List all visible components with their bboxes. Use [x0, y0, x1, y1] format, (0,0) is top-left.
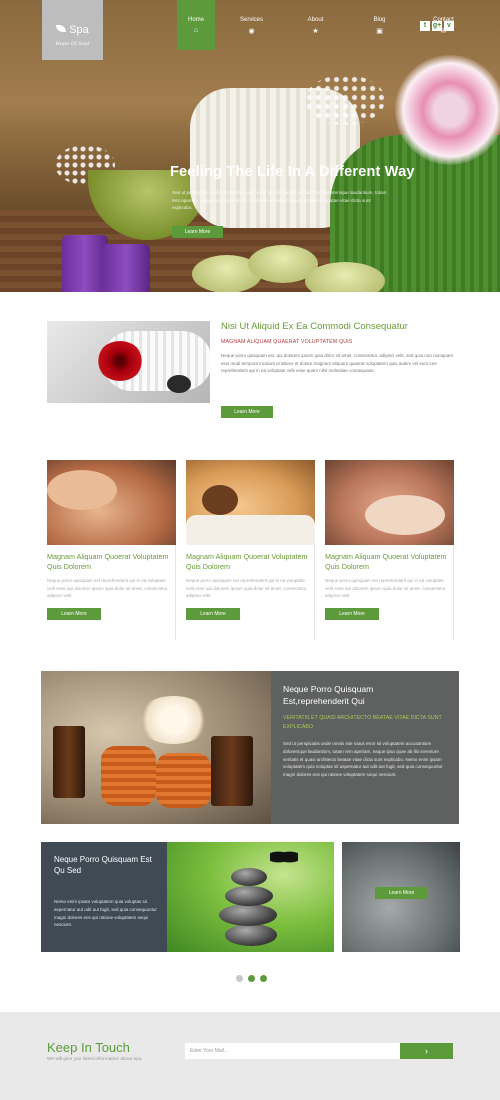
service-card-image: [186, 460, 315, 545]
hero-lily-flower: [395, 55, 500, 165]
logo-row: Spa: [42, 20, 103, 38]
feature-rose: [97, 341, 143, 381]
stone: [219, 904, 277, 926]
service-card: Magnam Aliquam Quoerat Voluptatem Quis D…: [47, 460, 176, 640]
vimeo-icon[interactable]: v: [444, 21, 454, 31]
star-icon: ★: [312, 28, 319, 35]
service-card: Magnam Aliquam Quoerat Voluptatem Quis D…: [325, 460, 454, 640]
hero-candle: [102, 244, 150, 292]
logo-tagline: Hope Of Soul: [55, 41, 90, 47]
towel: [186, 515, 315, 545]
butterfly: [270, 848, 298, 866]
hero-banner: Spa Hope Of Soul Home ⌂ Services ◉ About…: [0, 0, 500, 292]
service-card-learn-more-button[interactable]: Learn More: [186, 607, 240, 620]
zen-stones-image: [167, 842, 334, 952]
service-card-learn-more-button[interactable]: Learn More: [325, 607, 379, 620]
hero-title: Feeling The Life In A Different Way: [170, 164, 415, 180]
promo-banner-title: Neque Porro Quisquam Est,reprehenderit Q…: [283, 684, 374, 706]
hero-learn-more-button[interactable]: Learn More: [172, 226, 223, 238]
social-links: t g+ v: [420, 21, 454, 31]
orange-towel: [101, 746, 156, 806]
service-card-title: Magnam Aliquam Quoerat Voluptatem Quis D…: [186, 552, 308, 571]
feature-learn-more-button[interactable]: Learn More: [221, 406, 273, 418]
info-panel: Neque Porro Quisquam Est Qu Sed Nemo eni…: [41, 842, 167, 952]
back: [365, 495, 445, 535]
site-logo[interactable]: Spa Hope Of Soul: [42, 0, 103, 60]
eye-icon: ◉: [248, 28, 255, 35]
hero-baby-breath: [305, 75, 385, 125]
nav-item-about[interactable]: About ★: [293, 0, 338, 50]
feature-subtitle: MAGNAM ALIQUAM QUAERAT VOLUPTATEM QUIS: [221, 339, 353, 345]
nav-item-blog[interactable]: Blog ▣: [357, 0, 402, 50]
slider-dot[interactable]: [248, 975, 255, 982]
hero-stone: [305, 262, 385, 292]
info-panel-title: Neque Porro Quisquam Est Qu Sed: [54, 855, 152, 875]
lantern: [53, 726, 85, 798]
feature-pebbles: [167, 375, 191, 393]
orchid-flower: [136, 696, 211, 744]
stone-panel: Learn More: [342, 842, 460, 952]
chevron-right-icon: ›: [425, 1046, 428, 1056]
orange-towel: [156, 753, 211, 808]
feature-title: Nisi Ut Aliquid Ex Ea Commodi Consequatu…: [221, 321, 408, 332]
service-card-image: [47, 460, 176, 545]
nav-item-services[interactable]: Services ◉: [229, 0, 274, 50]
service-card-text: Neque porro quisquam est reprehenderit q…: [186, 578, 308, 598]
feature-image: [47, 321, 210, 403]
service-card-learn-more-button[interactable]: Learn More: [47, 607, 101, 620]
home-icon: ⌂: [193, 27, 199, 34]
stone: [225, 924, 277, 946]
google-plus-icon[interactable]: g+: [432, 21, 442, 31]
slider-dot[interactable]: [236, 975, 243, 982]
newsletter-title: Keep In Touch: [47, 1040, 130, 1055]
info-panel-text: Nemo enim ipsam voluptatem quia voluptas…: [54, 899, 157, 928]
logo-name: Spa: [69, 24, 89, 36]
promo-banner-subtitle: VERITATIS ET QUASI ARCHITECTO BEATAE VIT…: [283, 715, 442, 730]
stone: [225, 886, 273, 906]
stone-panel-learn-more-button[interactable]: Learn More: [375, 887, 428, 899]
service-card: Magnam Aliquam Quoerat Voluptatem Quis D…: [186, 460, 315, 640]
newsletter-section: Keep In Touch We will give you latest in…: [0, 1012, 500, 1100]
head: [202, 485, 238, 515]
twitter-icon[interactable]: t: [420, 21, 430, 31]
service-card-text: Neque porro quisquam est reprehenderit q…: [47, 578, 169, 598]
service-card-title: Magnam Aliquam Quoerat Voluptatem Quis D…: [325, 552, 447, 571]
slider-dot[interactable]: [260, 975, 267, 982]
slider-dots: [236, 975, 267, 982]
service-card-image: [325, 460, 454, 545]
service-card-text: Neque porro quisquam est reprehenderit q…: [325, 578, 447, 598]
leaf-icon: [56, 25, 67, 33]
promo-banner-image: [41, 671, 271, 824]
newsletter-submit-button[interactable]: ›: [400, 1043, 453, 1059]
service-card-title: Magnam Aliquam Quoerat Voluptatem Quis D…: [47, 552, 169, 571]
hands: [47, 470, 117, 510]
nav-label: Home: [187, 17, 204, 23]
nav-label: Services: [239, 17, 263, 23]
hero-text: Sed ut perspiciatis unde omnis iste natu…: [172, 190, 387, 210]
promo-banner-text: Sed ut perspiciatis unde omnis iste natu…: [283, 741, 443, 778]
lantern: [211, 736, 253, 806]
stone: [231, 868, 267, 886]
nav-label: Blog: [373, 17, 386, 23]
image-icon: ▣: [376, 28, 383, 35]
email-input[interactable]: [185, 1043, 400, 1059]
nav-label: About: [307, 17, 324, 23]
nav-item-home[interactable]: Home ⌂: [177, 0, 215, 50]
newsletter-text: We will give you latest information abou…: [47, 1057, 142, 1062]
feature-text: Neque porro quisquam est, qui dolorem ip…: [221, 353, 454, 373]
